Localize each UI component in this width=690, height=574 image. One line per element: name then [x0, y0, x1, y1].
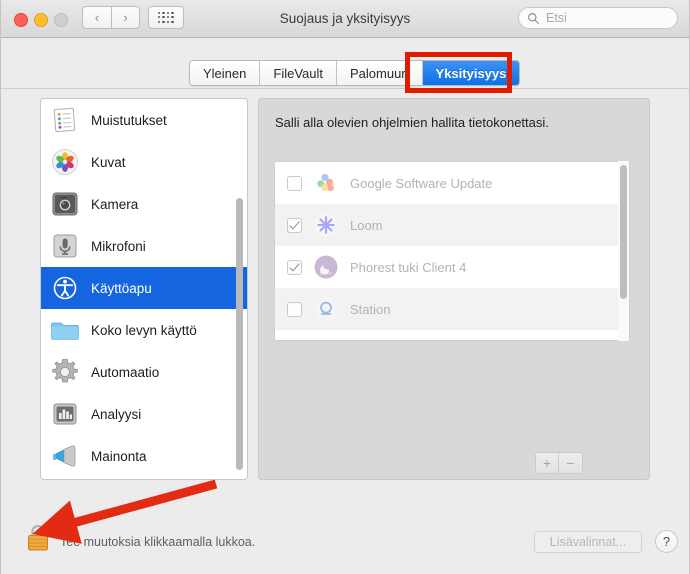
lock-hint-text: Tee muutoksia klikkaamalla lukkoa. — [60, 535, 256, 549]
sidebar-item-analyysi[interactable]: Analyysi — [41, 393, 247, 435]
app-name: Google Software Update — [350, 175, 493, 191]
preference-tab-bar: Yleinen FileVault Palomuuri Yksityisyys — [189, 60, 521, 86]
privacy-category-sidebar: Muistutukset Kuvat Kamera Mikrofoni Käyt… — [40, 98, 248, 480]
add-remove-button-group: + − — [535, 452, 583, 474]
lock-icon[interactable] — [26, 523, 50, 552]
content-divider — [0, 88, 690, 89]
app-name: Phorest tuki Client 4 — [350, 259, 467, 275]
folder-icon — [51, 316, 79, 344]
more-options-button[interactable]: Lisävalinnat... — [534, 531, 642, 553]
remove-app-button[interactable]: − — [559, 453, 582, 473]
svg-text:phorest: phorest — [320, 271, 331, 275]
microphone-icon — [51, 232, 79, 260]
app-checkbox[interactable] — [287, 175, 302, 191]
megaphone-icon — [51, 442, 79, 470]
window-left-edge — [0, 0, 1, 574]
app-checkbox[interactable] — [287, 301, 302, 317]
loom-icon — [314, 213, 338, 237]
sidebar-item-kayttoapu[interactable]: Käyttöapu — [41, 267, 247, 309]
gear-icon — [51, 358, 79, 386]
sidebar-item-label: Käyttöapu — [91, 280, 152, 296]
station-icon — [314, 297, 338, 321]
reminders-icon — [51, 106, 79, 134]
sidebar-scrollbar-thumb[interactable] — [236, 198, 243, 470]
tab-yksityisyys[interactable]: Yksityisyys — [422, 61, 520, 85]
app-name: Loom — [350, 217, 383, 233]
list-item[interactable]: Google Software Update — [275, 162, 629, 204]
allowed-apps-list: Google Software Update Loom phorest Phor… — [274, 161, 630, 341]
sidebar-item-koko-levyn-kaytto[interactable]: Koko levyn käyttö — [41, 309, 247, 351]
app-checkbox[interactable] — [287, 259, 302, 275]
analytics-icon — [51, 400, 79, 428]
search-input[interactable]: Etsi — [518, 7, 678, 29]
list-item[interactable] — [275, 330, 629, 340]
list-item[interactable]: Station — [275, 288, 629, 330]
window-titlebar: ‹ › Suojaus ja yksityisyys Etsi — [0, 0, 690, 38]
help-button[interactable]: ? — [655, 530, 678, 553]
sidebar-item-muistutukset[interactable]: Muistutukset — [41, 99, 247, 141]
photos-icon — [51, 148, 79, 176]
app-checkbox[interactable] — [287, 217, 302, 233]
sidebar-item-label: Kamera — [91, 196, 139, 212]
sidebar-item-mainonta[interactable]: Mainonta — [41, 435, 247, 477]
search-placeholder: Etsi — [546, 11, 567, 25]
phorest-icon: phorest — [314, 255, 338, 279]
google-update-icon — [314, 171, 338, 195]
tab-palomuuri[interactable]: Palomuuri — [337, 61, 423, 85]
sidebar-item-label: Koko levyn käyttö — [91, 322, 197, 338]
app-name: Station — [350, 301, 391, 317]
search-icon — [528, 13, 539, 24]
sidebar-item-kuvat[interactable]: Kuvat — [41, 141, 247, 183]
sidebar-item-label: Muistutukset — [91, 112, 167, 128]
sidebar-item-label: Kuvat — [91, 154, 126, 170]
camera-icon — [51, 190, 79, 218]
privacy-detail-panel: Salli alla olevien ohjelmien hallita tie… — [258, 98, 650, 480]
tab-yleinen[interactable]: Yleinen — [190, 61, 261, 85]
tab-filevault[interactable]: FileVault — [260, 61, 337, 85]
list-item[interactable]: Loom — [275, 204, 629, 246]
accessibility-icon — [51, 274, 79, 302]
sidebar-item-kamera[interactable]: Kamera — [41, 183, 247, 225]
sidebar-item-label: Analyysi — [91, 406, 142, 422]
applist-scrollbar-thumb[interactable] — [620, 165, 627, 299]
sidebar-item-label: Automaatio — [91, 364, 160, 380]
add-app-button[interactable]: + — [536, 453, 559, 473]
list-item[interactable]: phorest Phorest tuki Client 4 — [275, 246, 629, 288]
sidebar-item-label: Mikrofoni — [91, 238, 146, 254]
panel-description: Salli alla olevien ohjelmien hallita tie… — [275, 115, 549, 130]
sidebar-item-mikrofoni[interactable]: Mikrofoni — [41, 225, 247, 267]
sidebar-item-label: Mainonta — [91, 448, 147, 464]
partial-app-icon — [314, 339, 338, 340]
sidebar-item-automaatio[interactable]: Automaatio — [41, 351, 247, 393]
system-preferences-window: ‹ › Suojaus ja yksityisyys Etsi Yleinen … — [0, 0, 690, 574]
